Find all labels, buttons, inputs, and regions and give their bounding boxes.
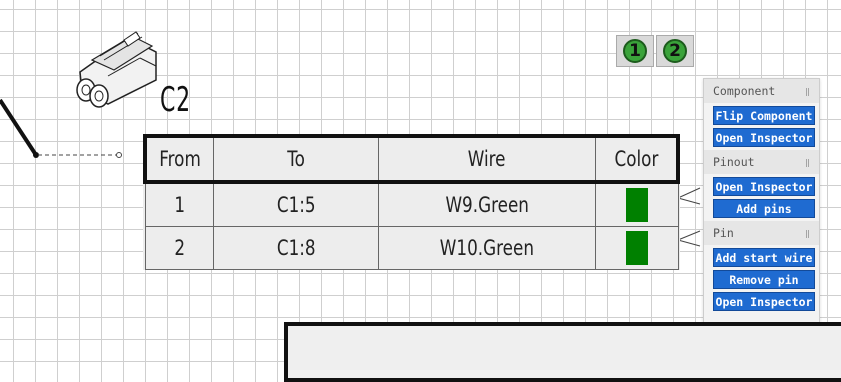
toggle-2-icon: 2 — [663, 39, 687, 63]
section-title: Component — [713, 84, 776, 98]
view-toggle-group: 1 2 — [616, 35, 694, 67]
pinout-table: From To Wire Color 1 C1:5 W9.Green 2 C1:… — [143, 134, 680, 270]
collapse-grip-icon[interactable]: ‖ — [805, 87, 811, 96]
cell-color — [595, 226, 679, 270]
connector-label[interactable]: C2 — [160, 82, 191, 118]
cell-to: C1:5 — [213, 181, 379, 227]
header-from: From — [143, 134, 214, 184]
section-header-pinout[interactable]: Pinout ‖ — [704, 150, 819, 174]
pin-row-1-link — [677, 187, 701, 205]
cell-wire: W9.Green — [378, 181, 596, 227]
add-start-wire-button[interactable]: Add start wire — [713, 248, 815, 267]
section-header-pin[interactable]: Pin ‖ — [704, 221, 819, 245]
section-title: Pin — [713, 226, 734, 240]
cell-wire: W10.Green — [378, 226, 596, 270]
cell-from: 2 — [144, 226, 214, 270]
cell-to: C1:8 — [213, 226, 379, 270]
header-color: Color — [595, 134, 680, 184]
table-row[interactable]: 2 C1:8 W10.Green — [144, 226, 679, 270]
color-swatch — [625, 231, 648, 265]
connector-anchor-point[interactable] — [116, 152, 122, 158]
context-action-panel: Component ‖ Flip Component Open Inspecto… — [703, 78, 820, 341]
toggle-1-button[interactable]: 1 — [616, 35, 654, 67]
cell-from: 1 — [144, 181, 214, 227]
cell-color — [595, 181, 679, 227]
header-to: To — [213, 134, 379, 184]
table-header-row: From To Wire Color — [143, 134, 680, 184]
section-title: Pinout — [713, 155, 755, 169]
color-swatch — [625, 188, 648, 222]
flip-component-button[interactable]: Flip Component — [713, 106, 815, 125]
wire-segment[interactable] — [0, 98, 38, 157]
connector-icon[interactable] — [76, 31, 157, 108]
component-box-partial[interactable] — [284, 322, 841, 382]
section-header-component[interactable]: Component ‖ — [704, 79, 819, 103]
toggle-1-icon: 1 — [623, 39, 647, 63]
open-component-inspector-button[interactable]: Open Inspector — [713, 128, 815, 147]
open-pin-inspector-button[interactable]: Open Inspector — [713, 292, 815, 311]
add-pins-button[interactable]: Add pins — [713, 199, 815, 218]
pin-row-2-link — [677, 230, 701, 247]
collapse-grip-icon[interactable]: ‖ — [805, 158, 811, 167]
open-pinout-inspector-button[interactable]: Open Inspector — [713, 177, 815, 196]
toggle-2-button[interactable]: 2 — [656, 35, 694, 67]
remove-pin-button[interactable]: Remove pin — [713, 270, 815, 289]
collapse-grip-icon[interactable]: ‖ — [805, 229, 811, 238]
header-wire: Wire — [378, 134, 596, 184]
table-row[interactable]: 1 C1:5 W9.Green — [144, 181, 679, 227]
